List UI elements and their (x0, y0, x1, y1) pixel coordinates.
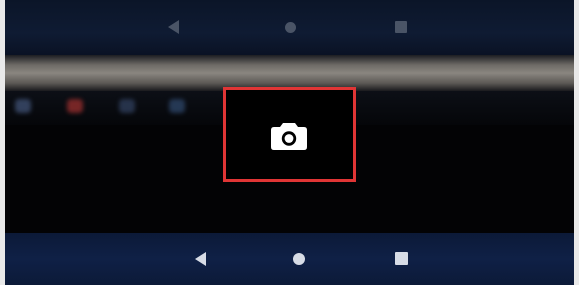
camera-icon[interactable] (270, 121, 308, 151)
reflected-navigation-bar (5, 0, 574, 55)
recent-apps-icon[interactable] (395, 252, 408, 265)
home-icon[interactable] (293, 253, 305, 265)
app-icon (67, 99, 83, 113)
navigation-bar (5, 233, 574, 285)
recent-apps-icon (395, 21, 407, 33)
back-icon (168, 20, 179, 34)
app-icon (169, 99, 185, 113)
device-screen (5, 0, 574, 285)
camera-button-highlight[interactable] (223, 87, 356, 182)
home-icon (285, 22, 296, 33)
screenshot-edge-right (574, 0, 579, 285)
screen-glare-strip (5, 55, 574, 91)
app-icon (15, 99, 31, 113)
app-icon (119, 99, 135, 113)
back-icon[interactable] (195, 252, 206, 266)
